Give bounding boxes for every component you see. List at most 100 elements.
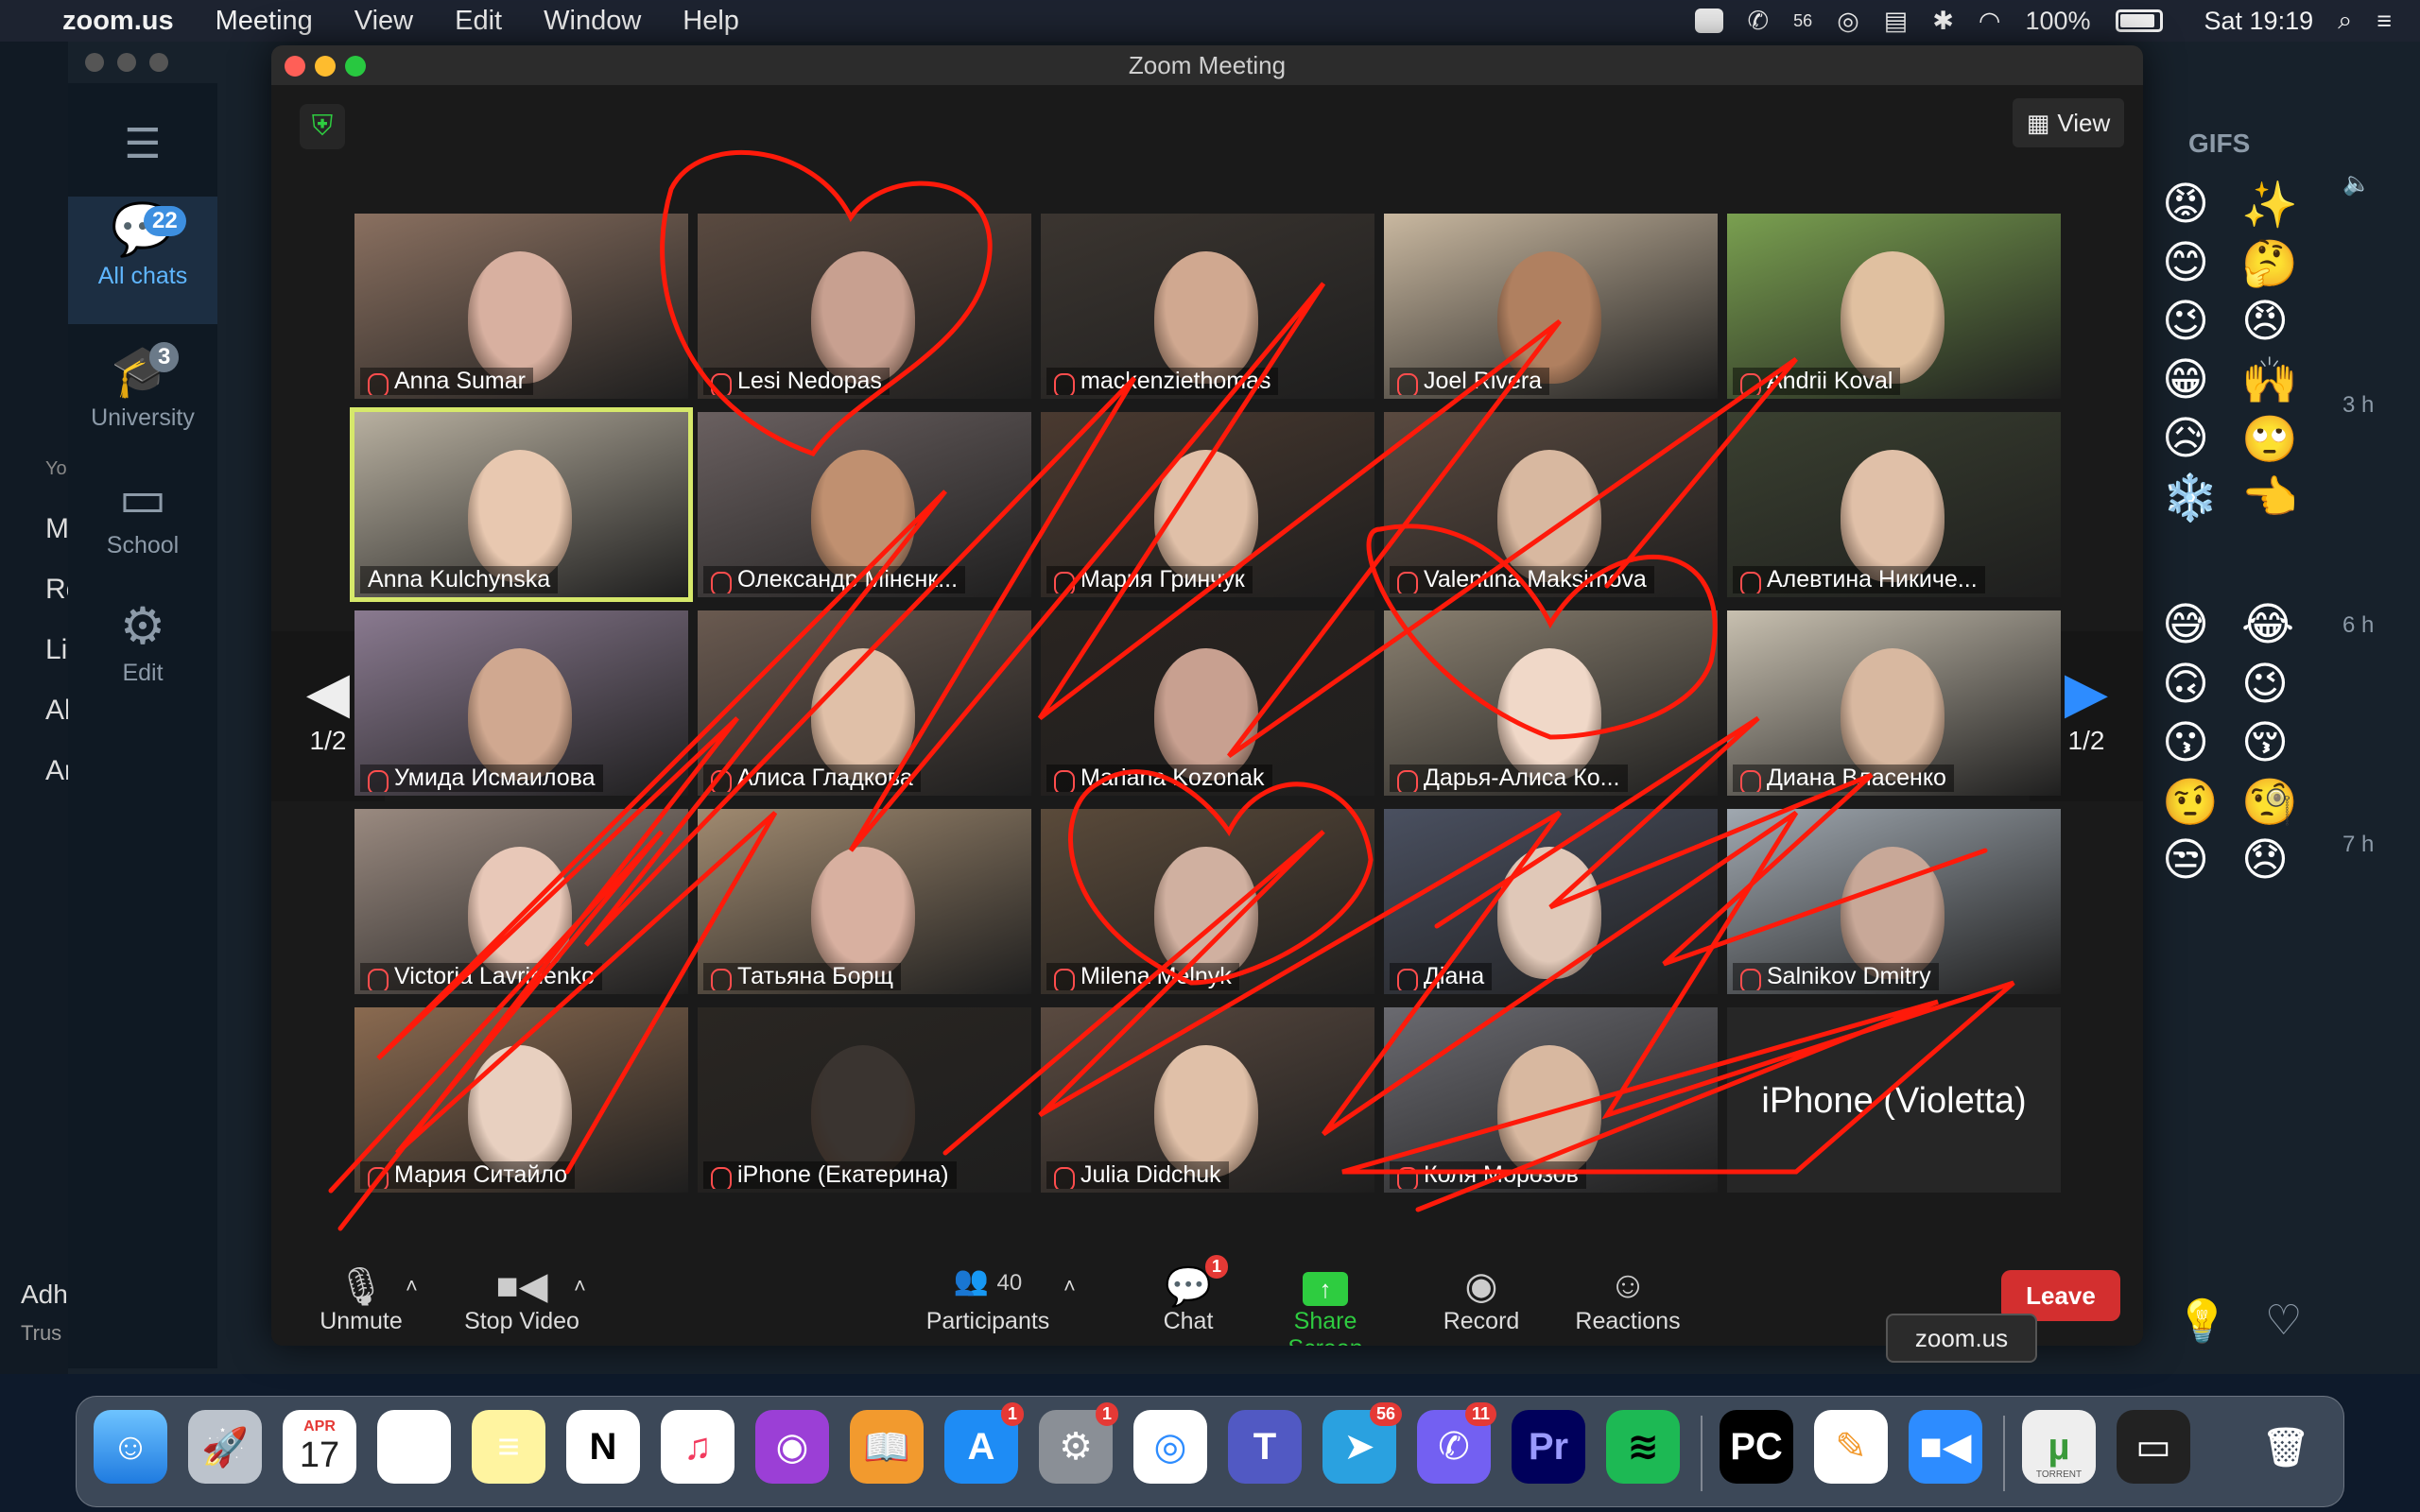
control-center-icon[interactable]: ≡ <box>2377 7 2392 36</box>
participant-tile[interactable]: Алиса Гладкова <box>698 610 1031 796</box>
participant-tile[interactable]: Діана <box>1384 809 1718 994</box>
share-screen-button[interactable]: ↑ Share Screen <box>1254 1264 1396 1346</box>
music-icon[interactable]: ♫ <box>661 1410 735 1484</box>
finder-icon[interactable]: ☺ <box>94 1410 167 1484</box>
emoji-button[interactable]: 🙌 <box>2241 353 2298 407</box>
premiere-icon[interactable]: Pr <box>1512 1410 1585 1484</box>
menu-meeting[interactable]: Meeting <box>216 6 313 37</box>
creative-cloud-icon[interactable]: ◎ <box>1837 7 1859 36</box>
notes-icon[interactable]: ≡ <box>472 1410 545 1484</box>
participant-tile[interactable]: Умида Исмаилова <box>354 610 688 796</box>
record-button[interactable]: ◉ Record <box>1425 1264 1538 1335</box>
menu-window[interactable]: Window <box>544 6 641 37</box>
heart-icon[interactable]: ♡ <box>2265 1297 2302 1345</box>
folder-school[interactable]: ▭ School <box>68 466 217 584</box>
participant-tile[interactable]: Julia Didchuk <box>1041 1007 1374 1193</box>
emoji-button[interactable]: 😡 <box>2162 178 2209 231</box>
app-store-icon[interactable]: A1 <box>944 1402 1024 1484</box>
zoom-icon[interactable]: ■◀ <box>1909 1410 1982 1484</box>
participant-tile[interactable]: Алевтина Никиче... <box>1727 412 2061 597</box>
emoji-button[interactable]: 😠 <box>2241 295 2289 348</box>
torrent-icon[interactable]: µ TORRENT <box>2022 1410 2096 1484</box>
close-window-button[interactable] <box>285 56 305 77</box>
podcasts-icon[interactable]: ◉ <box>755 1410 829 1484</box>
folder-university[interactable]: 🎓 University 3 <box>68 338 217 456</box>
menu-view[interactable]: View <box>354 6 413 37</box>
spotify-icon[interactable]: ≋ <box>1606 1410 1680 1484</box>
minimize-window-button[interactable] <box>315 56 336 77</box>
reactions-button[interactable]: ☺ Reactions <box>1566 1264 1689 1335</box>
participant-tile[interactable]: Mariana Kozonak <box>1041 610 1374 796</box>
participant-tile[interactable]: Andrii Koval <box>1727 214 2061 399</box>
emoji-button[interactable]: 😞 <box>2241 833 2289 886</box>
shield-icon[interactable]: ⛨ <box>300 104 345 149</box>
calendar-icon[interactable]: APR 17 <box>283 1410 356 1484</box>
emoji-button[interactable]: ✨ <box>2241 178 2298 232</box>
emoji-button[interactable]: 👈 <box>2241 471 2298 524</box>
participant-tile[interactable]: Дарья-Алиса Ко... <box>1384 610 1718 796</box>
gifs-tab[interactable]: GIFS <box>2188 129 2250 159</box>
participant-tile[interactable]: Мария Гринчук <box>1041 412 1374 597</box>
audio-options-chevron-icon[interactable]: ˄ <box>406 1274 418 1298</box>
emoji-button[interactable]: 😚 <box>2241 716 2289 769</box>
emoji-button[interactable]: 😉 <box>2162 295 2209 348</box>
pycharm-icon[interactable]: PC <box>1720 1410 1793 1484</box>
participant-tile[interactable]: Salnikov Dmitry <box>1727 809 2061 994</box>
emoji-button[interactable]: 🤔 <box>2241 236 2298 290</box>
notion-icon[interactable]: N <box>566 1410 640 1484</box>
participant-tile[interactable]: Олександр Мінєнк... <box>698 412 1031 597</box>
menu-hamburger-icon[interactable]: ☰ <box>68 112 217 168</box>
chat-button[interactable]: 💬 Chat 1 <box>1141 1255 1236 1335</box>
fullscreen-window-button[interactable] <box>345 56 366 77</box>
menu-help[interactable]: Help <box>683 6 739 37</box>
emoji-button[interactable]: 🙃 <box>2162 658 2209 711</box>
books-icon[interactable]: 📖 <box>850 1410 924 1484</box>
unmute-button[interactable]: 🎙 Unmute <box>309 1264 413 1335</box>
app-menu[interactable]: zoom.us <box>62 6 174 37</box>
bluetooth-icon[interactable]: ✱ <box>1932 7 1954 36</box>
participant-tile[interactable]: iPhone (Violetta) <box>1727 1007 2061 1193</box>
battery-icon[interactable] <box>2115 9 2163 32</box>
emoji-button[interactable]: 😉 <box>2241 658 2289 711</box>
participant-tile[interactable]: Lesi Nedopas <box>698 214 1031 399</box>
participant-tile[interactable]: mackenziethomas <box>1041 214 1374 399</box>
stop-video-button[interactable]: ■◀ Stop Video <box>460 1264 583 1335</box>
clock[interactable]: Sat 19:19 <box>2204 7 2314 36</box>
emoji-button[interactable]: 😥 <box>2162 412 2209 465</box>
emoji-button[interactable]: ❄️ <box>2162 471 2219 524</box>
speaker-icon[interactable]: 🔈 <box>2342 170 2371 198</box>
emoji-button[interactable]: 😒 <box>2162 833 2209 886</box>
participant-tile[interactable]: Диана Власенко <box>1727 610 2061 796</box>
folder-edit[interactable]: ⚙ Edit <box>68 593 217 712</box>
participant-tile[interactable]: Joel Rivera <box>1384 214 1718 399</box>
participant-tile[interactable]: Anna Sumar <box>354 214 688 399</box>
participants-options-chevron-icon[interactable]: ˄ <box>1063 1274 1076 1298</box>
emoji-button[interactable]: 😊 <box>2162 236 2209 289</box>
view-button[interactable]: ▦ View <box>2013 98 2124 147</box>
menu-edit[interactable]: Edit <box>455 6 502 37</box>
battery-percent[interactable]: 100% <box>2025 7 2090 36</box>
wifi-icon[interactable]: ◠ <box>1979 7 2001 36</box>
terminal-icon[interactable]: ▭ <box>2117 1410 2190 1484</box>
participant-tile[interactable]: Коля Морозов <box>1384 1007 1718 1193</box>
keyboard-layout-icon[interactable]: ▤ <box>1884 7 1909 36</box>
participant-tile[interactable]: Татьяна Борщ <box>698 809 1031 994</box>
emoji-button[interactable]: 🤨 <box>2162 775 2219 829</box>
telegram-icon[interactable]: ➤ 56 <box>1322 1402 1402 1484</box>
system-preferences-icon[interactable]: ⚙ 1 <box>1039 1402 1118 1484</box>
pages-icon[interactable]: ✎ <box>1814 1410 1888 1484</box>
viber-status-icon[interactable]: ✆ <box>1748 7 1770 36</box>
emoji-button[interactable]: 😁 <box>2162 353 2209 406</box>
lightbulb-icon[interactable]: 💡 <box>2176 1297 2228 1346</box>
viber-icon[interactable]: ✆ 11 <box>1417 1402 1496 1484</box>
telegram-status-icon[interactable]: 56 <box>1793 11 1812 31</box>
emoji-button[interactable]: 😗 <box>2162 716 2209 769</box>
participant-tile[interactable]: Milena Melnyk <box>1041 809 1374 994</box>
participant-tile[interactable]: Мария Ситайло <box>354 1007 688 1193</box>
participants-button[interactable]: 👥 40 Participants <box>917 1264 1059 1335</box>
spotlight-search-icon[interactable]: ⌕ <box>2338 6 2352 36</box>
emoji-button[interactable]: 😂 <box>2241 598 2294 651</box>
launchpad-icon[interactable]: 🚀 <box>188 1410 262 1484</box>
teams-icon[interactable]: T <box>1228 1410 1302 1484</box>
emoji-button[interactable]: 🧐 <box>2241 775 2298 829</box>
